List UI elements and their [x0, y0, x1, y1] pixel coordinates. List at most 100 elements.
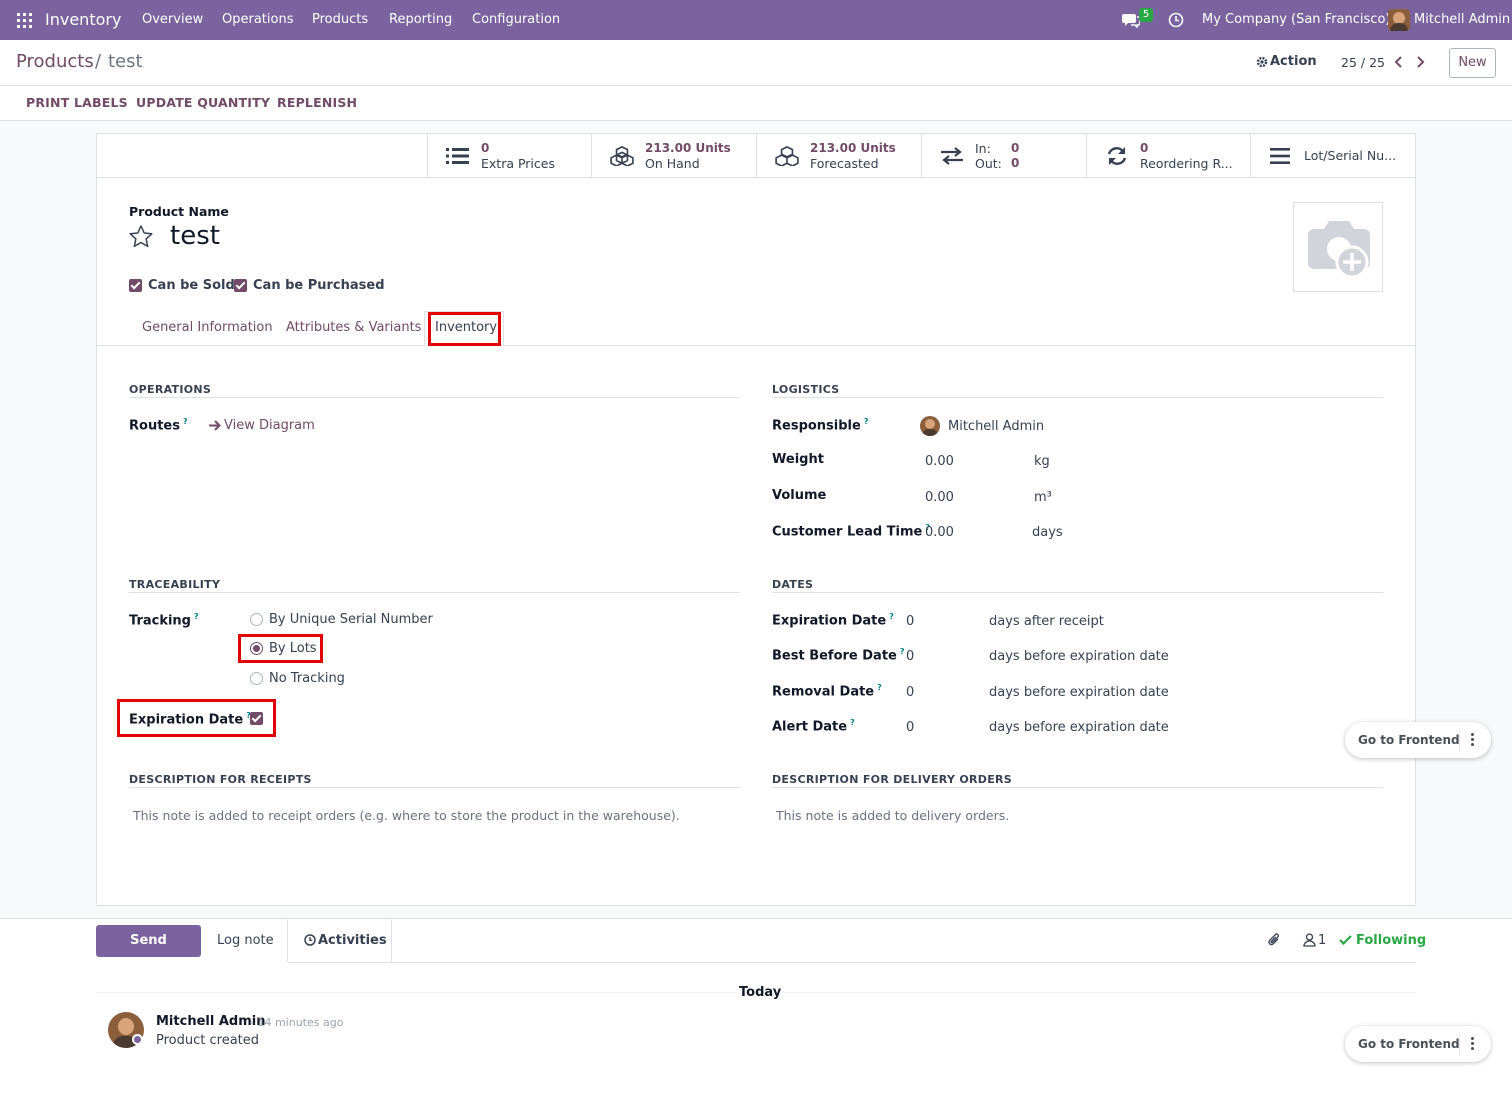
log-note-button[interactable]: Log note: [217, 925, 274, 957]
paperclip-icon[interactable]: [1267, 933, 1281, 948]
expiration-time-unit: days after receipt: [989, 614, 1104, 629]
update-quantity-button[interactable]: UPDATE QUANTITY: [136, 86, 270, 120]
action-button[interactable]: Action: [1270, 54, 1317, 69]
forecasted-button[interactable]: 213.00 Units Forecasted: [756, 134, 921, 178]
go-to-frontend-button[interactable]: Go to Frontend: [1358, 722, 1460, 758]
replenish-button[interactable]: REPLENISH: [277, 86, 357, 120]
message-timestamp: - 14 minutes ago: [250, 1016, 344, 1029]
volume-input[interactable]: 0.00: [925, 490, 954, 505]
expiration-time-label-text: Expiration Date: [772, 613, 887, 629]
new-button[interactable]: New: [1449, 48, 1496, 78]
gear-icon: [1256, 56, 1268, 68]
chatter-bottom-border: [288, 962, 1416, 963]
menu-products[interactable]: Products: [312, 0, 368, 40]
menu-operations[interactable]: Operations: [222, 0, 293, 40]
removal-date-help-icon[interactable]: ?: [877, 683, 882, 692]
receipts-description-title: DESCRIPTION FOR RECEIPTS: [129, 773, 312, 786]
responsible-help-icon[interactable]: ?: [864, 417, 869, 426]
followers-count[interactable]: 1: [1318, 933, 1326, 948]
chatter-divider-2: [391, 918, 392, 962]
lead-time-unit: days: [1032, 525, 1063, 540]
removal-date-unit: days before expiration date: [989, 685, 1169, 700]
routes-help-icon[interactable]: ?: [183, 417, 188, 426]
top-navbar: Inventory Overview Operations Products R…: [0, 0, 1512, 40]
tracking-help-icon[interactable]: ?: [194, 612, 199, 621]
online-status-dot: [132, 1034, 143, 1045]
smart-buttons-divider: [97, 177, 1415, 178]
tab-general-information[interactable]: General Information: [142, 320, 273, 335]
view-diagram-link[interactable]: View Diagram: [224, 418, 315, 433]
expiration-time-help-icon[interactable]: ?: [889, 612, 894, 621]
lot-serial-label: Lot/Serial Nu...: [1304, 148, 1397, 163]
activity-clock-icon[interactable]: [1168, 12, 1184, 28]
lot-serial-button[interactable]: Lot/Serial Nu...: [1250, 134, 1415, 178]
pill-separator-bottom: [1459, 1032, 1460, 1056]
expiration-time-input[interactable]: 0: [906, 614, 914, 629]
removal-date-input[interactable]: 0: [906, 685, 914, 700]
product-name-input[interactable]: test: [170, 221, 220, 251]
radio-no-tracking-label: No Tracking: [269, 671, 345, 686]
tabs-underline-right: [504, 345, 1415, 346]
best-before-input[interactable]: 0: [906, 649, 914, 664]
receipts-description-input[interactable]: This note is added to receipt orders (e.…: [133, 808, 680, 823]
following-button[interactable]: Following: [1356, 933, 1426, 948]
radio-serial-number[interactable]: [250, 613, 263, 626]
can-be-purchased-checkbox[interactable]: [234, 279, 247, 292]
pager-previous-icon[interactable]: [1394, 56, 1404, 68]
more-options-icon-bottom[interactable]: [1471, 1037, 1475, 1052]
breadcrumb-current: test: [108, 51, 143, 72]
removal-date-label-text: Removal Date: [772, 684, 875, 700]
in-label: In:: [975, 141, 991, 156]
can-be-sold-checkbox[interactable]: [129, 279, 142, 292]
print-labels-button[interactable]: PRINT LABELS: [26, 86, 128, 120]
menu-overview[interactable]: Overview: [142, 0, 203, 40]
best-before-help-icon[interactable]: ?: [900, 647, 905, 656]
reordering-label: Reordering R...: [1140, 156, 1233, 171]
alert-date-help-icon[interactable]: ?: [850, 718, 855, 727]
more-options-icon[interactable]: [1471, 733, 1475, 748]
radio-no-tracking[interactable]: [250, 672, 263, 685]
on-hand-button[interactable]: 213.00 Units On Hand: [591, 134, 756, 178]
traceability-title: TRACEABILITY: [129, 578, 221, 591]
delivery-description-input[interactable]: This note is added to delivery orders.: [776, 808, 1009, 823]
responsible-field[interactable]: Mitchell Admin: [948, 419, 1044, 434]
pager-value[interactable]: 25 / 25: [1341, 55, 1385, 70]
clock-icon: [304, 934, 316, 946]
menu-configuration[interactable]: Configuration: [472, 0, 560, 40]
routes-label-text: Routes: [129, 418, 180, 434]
star-icon[interactable]: [128, 224, 154, 248]
logistics-title: LOGISTICS: [772, 383, 840, 396]
best-before-unit: days before expiration date: [989, 649, 1169, 664]
reordering-rules-button[interactable]: 0 Reordering R...: [1086, 134, 1251, 178]
activities-button[interactable]: Activities: [318, 925, 387, 957]
refresh-icon: [1107, 147, 1127, 165]
apps-menu-icon[interactable]: [17, 13, 32, 28]
company-switcher[interactable]: My Company (San Francisco): [1202, 0, 1390, 40]
tabs-underline-left: [97, 345, 424, 346]
lead-time-label-text: Customer Lead Time: [772, 524, 923, 540]
tab-attributes-variants[interactable]: Attributes & Variants: [286, 320, 421, 335]
alert-date-input[interactable]: 0: [906, 720, 914, 735]
lead-time-input[interactable]: 0.00: [925, 525, 954, 540]
messages-icon[interactable]: [1122, 12, 1140, 28]
menu-reporting[interactable]: Reporting: [389, 0, 452, 40]
in-out-button[interactable]: In: 0 Out: 0: [921, 134, 1086, 178]
form-sheet: [96, 133, 1416, 906]
chatter-divider-1: [287, 918, 288, 962]
tracking-label-text: Tracking: [129, 613, 191, 629]
cubes-icon: [775, 146, 799, 166]
go-to-frontend-button-bottom[interactable]: Go to Frontend: [1358, 1026, 1460, 1062]
product-name-label: Product Name: [129, 204, 229, 219]
user-avatar[interactable]: [1388, 9, 1410, 31]
product-image[interactable]: [1293, 202, 1383, 292]
control-panel: Products / test Action 25 / 25 New: [0, 40, 1512, 86]
breadcrumb-products[interactable]: Products: [16, 51, 94, 72]
pager-next-icon[interactable]: [1415, 56, 1425, 68]
weight-input[interactable]: 0.00: [925, 454, 954, 469]
app-name[interactable]: Inventory: [45, 0, 121, 40]
user-menu[interactable]: Mitchell Admin: [1414, 0, 1510, 40]
extra-prices-button[interactable]: 0 Extra Prices: [427, 134, 592, 178]
volume-label: Volume: [772, 488, 827, 503]
send-message-button[interactable]: Send message: [96, 925, 201, 980]
alert-date-unit: days before expiration date: [989, 720, 1169, 735]
